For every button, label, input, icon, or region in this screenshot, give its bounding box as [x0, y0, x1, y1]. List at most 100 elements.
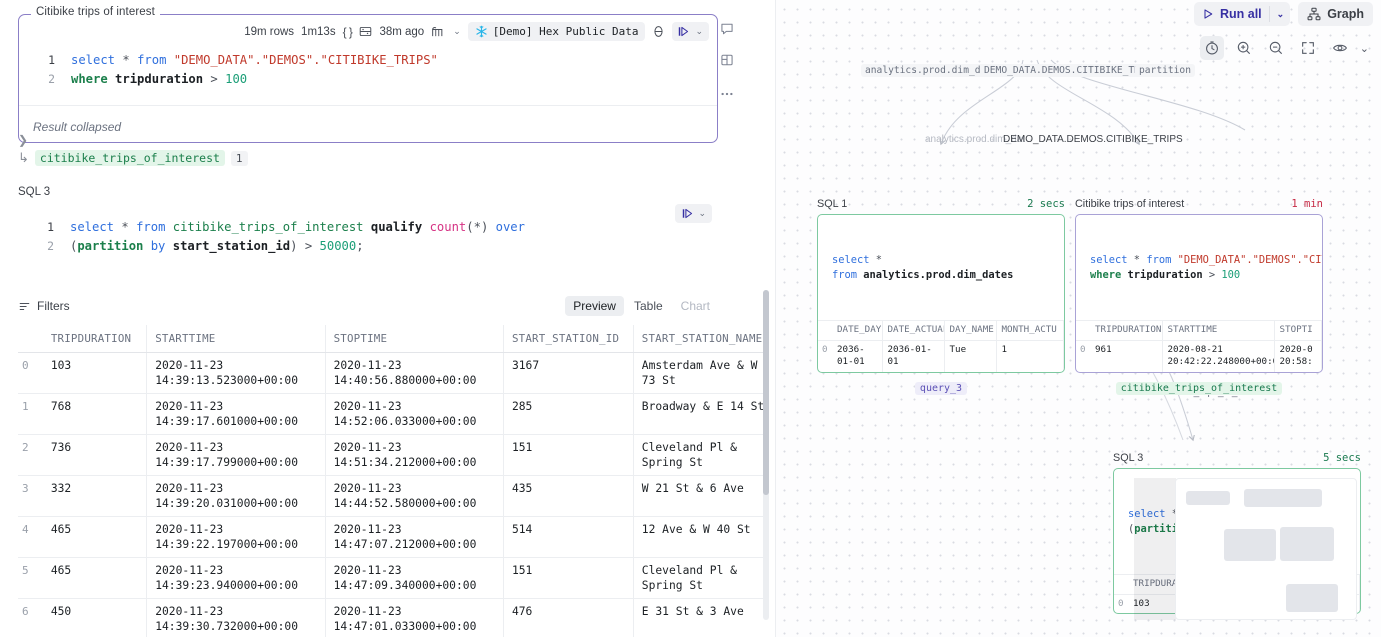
- pane-divider[interactable]: [775, 0, 776, 637]
- cell-code-editor[interactable]: 1select * from "DEMO_DATA"."DEMOS"."CITI…: [19, 51, 717, 88]
- col-day-name: DAY_NAME: [944, 321, 996, 341]
- graph-node-citibike[interactable]: Citibike trips of interest 1 min select …: [1075, 198, 1323, 396]
- more-options-icon[interactable]: [720, 84, 734, 102]
- database-columns-icon[interactable]: [431, 25, 446, 39]
- result-status[interactable]: Result collapsed: [33, 120, 121, 134]
- table-row[interactable]: 54652020-11-23 14:39:23.940000+00:002020…: [18, 558, 768, 599]
- graph-node-duration: 5 secs: [1323, 452, 1361, 464]
- table-header-row: DATE_DAY DATE_ACTUAL DAY_NAME MONTH_ACTU: [818, 321, 1064, 341]
- cell2-run-button[interactable]: ⌄: [675, 204, 712, 223]
- history-clock-icon[interactable]: [1200, 36, 1224, 60]
- scrollbar-thumb[interactable]: [763, 290, 769, 495]
- code-line: 2(partition by start_station_id) > 50000…: [32, 237, 718, 256]
- column-header-tripduration[interactable]: TRIPDURATION: [43, 325, 147, 353]
- cell-stoptime: 2020-11-23 14:47:07.212000+00:00: [325, 517, 503, 558]
- dataframe-name[interactable]: citibike_trips_of_interest: [35, 150, 225, 166]
- column-header-stoptime[interactable]: STOPTIME: [325, 325, 503, 353]
- result-table-wrapper[interactable]: TRIPDURATIONSTARTTIMESTOPTIMESTART_STATI…: [18, 325, 768, 637]
- skeleton-block: [1280, 527, 1334, 561]
- graph-node-body: select *from analytics.prod.dim_dates DA…: [817, 214, 1065, 373]
- code-token: from: [1146, 254, 1177, 266]
- theta-icon[interactable]: [652, 25, 665, 38]
- dataframe-output-ref[interactable]: ↳ citibike_trips_of_interest 1: [18, 150, 248, 166]
- cell-start_station_name: Cleveland Pl & Spring St: [633, 435, 768, 476]
- graph-top-toolbar: Run all ⌄ Graph: [1194, 2, 1373, 26]
- graph-node-sql1[interactable]: SQL 1 2 secs select *from analytics.prod…: [817, 198, 1065, 396]
- run-all-button[interactable]: Run all ⌄: [1194, 2, 1290, 26]
- graph-node-table: DATE_DAY DATE_ACTUAL DAY_NAME MONTH_ACTU…: [818, 320, 1064, 372]
- cell-start_station_id: 151: [503, 558, 633, 599]
- filter-icon: [18, 300, 31, 313]
- cell-title[interactable]: Citibike trips of interest: [31, 6, 160, 18]
- graph-node-header: SQL 1 2 secs: [817, 198, 1065, 210]
- run-cell-icon: [677, 25, 690, 38]
- fit-screen-icon[interactable]: [1296, 36, 1320, 60]
- sql-cell-citibike[interactable]: Citibike trips of interest 19m rows 1m13…: [18, 14, 718, 143]
- code-token: *: [121, 220, 136, 234]
- comment-icon[interactable]: [720, 22, 734, 41]
- chevron-down-icon[interactable]: ⌄: [1360, 42, 1369, 55]
- col-date-actual: DATE_ACTUAL: [882, 321, 944, 341]
- table-row[interactable]: 01032020-11-23 14:39:13.523000+00:002020…: [18, 353, 768, 394]
- code-token: *: [876, 254, 882, 266]
- graph-nodes-icon: [1307, 7, 1321, 21]
- code-content-2: where tripduration > 100: [71, 70, 247, 89]
- gn1-line0: select * from "DEMO_DATA"."DEMOS"."CITIE: [1090, 253, 1312, 268]
- result-vertical-scrollbar[interactable]: [763, 290, 769, 620]
- cell-starttime: 2020-11-23 14:39:30.732000+00:00: [147, 599, 325, 637]
- arrow-return-icon: ↳: [18, 151, 29, 166]
- graph-pane[interactable]: Run all ⌄ Graph: [775, 0, 1381, 637]
- code-token: 100: [1221, 269, 1240, 281]
- cell2-code-editor[interactable]: 1select * from citibike_trips_of_interes…: [18, 212, 718, 255]
- table-row[interactable]: 17682020-11-23 14:39:17.601000+00:002020…: [18, 394, 768, 435]
- code-token: partition: [77, 239, 150, 253]
- cell-start_station_name: Cleveland Pl & Spring St: [633, 558, 768, 599]
- expand-result-caret-icon[interactable]: ❯: [18, 134, 28, 146]
- filters-button[interactable]: Filters: [18, 299, 70, 313]
- run-all-caret-icon[interactable]: ⌄: [1277, 9, 1285, 20]
- table-row[interactable]: 64502020-11-23 14:39:30.732000+00:002020…: [18, 599, 768, 637]
- zoom-out-icon[interactable]: [1264, 36, 1288, 60]
- run-options-caret-icon[interactable]: ⌄: [698, 208, 706, 219]
- skeleton-block: [1224, 529, 1276, 561]
- column-header-starttime[interactable]: STARTTIME: [147, 325, 325, 353]
- table-body: 01032020-11-23 14:39:13.523000+00:002020…: [18, 353, 768, 637]
- cell-variables-icon[interactable]: { }: [343, 25, 353, 39]
- cell-stoptime: 2020-11-23 14:47:09.340000+00:00: [325, 558, 503, 599]
- sql-cell-sql3[interactable]: SQL 3 ⌄ 1select * from citibike_trips_of…: [18, 186, 718, 255]
- code-token: over: [496, 220, 525, 234]
- tab-preview[interactable]: Preview: [565, 296, 624, 316]
- tab-table[interactable]: Table: [626, 296, 671, 316]
- row-index-header: [1114, 575, 1128, 595]
- chevron-down-icon[interactable]: ⌄: [453, 26, 461, 37]
- table-row[interactable]: 44652020-11-23 14:39:22.197000+00:002020…: [18, 517, 768, 558]
- run-options-caret-icon[interactable]: ⌄: [695, 26, 703, 37]
- graph-node-title: Citibike trips of interest: [1075, 198, 1184, 210]
- cell-last-run: 38m ago: [379, 26, 424, 38]
- layout-split-icon[interactable]: [720, 53, 734, 72]
- col-stoptime: STOPTI: [1274, 321, 1322, 341]
- tab-chart[interactable]: Chart: [673, 296, 718, 316]
- graph-node-header: SQL 3 5 secs: [1113, 452, 1361, 464]
- row-index-header: [1076, 321, 1090, 341]
- graph-view-button[interactable]: Graph: [1298, 2, 1373, 26]
- graph-node-output-pill[interactable]: citibike_trips_of_interest: [1075, 378, 1323, 396]
- cell-tripduration: 465: [43, 517, 147, 558]
- cell2-title[interactable]: SQL 3: [18, 186, 718, 198]
- zoom-in-icon[interactable]: [1232, 36, 1256, 60]
- cell-tripduration: 332: [43, 476, 147, 517]
- column-header-start_station_name[interactable]: START_STATION_NAME: [633, 325, 768, 353]
- code-token: select: [1090, 254, 1134, 266]
- run-cell-button[interactable]: ⌄: [672, 22, 709, 41]
- graph-node-output-pill[interactable]: query_3: [817, 378, 1065, 396]
- code-token: analytics.prod.dim_dates: [863, 269, 1013, 281]
- row-index: 6: [18, 599, 43, 637]
- table-row[interactable]: 27362020-11-23 14:39:17.799000+00:002020…: [18, 435, 768, 476]
- code-token: *: [1134, 254, 1147, 266]
- eye-icon[interactable]: [1328, 36, 1352, 60]
- table-row[interactable]: 33322020-11-23 14:39:20.031000+00:002020…: [18, 476, 768, 517]
- code-token: >: [210, 72, 225, 86]
- result-controls: Filters Preview Table Chart: [18, 296, 718, 316]
- column-header-start_station_id[interactable]: START_STATION_ID: [503, 325, 633, 353]
- data-connection-chip[interactable]: [Demo] Hex Public Data: [468, 22, 646, 41]
